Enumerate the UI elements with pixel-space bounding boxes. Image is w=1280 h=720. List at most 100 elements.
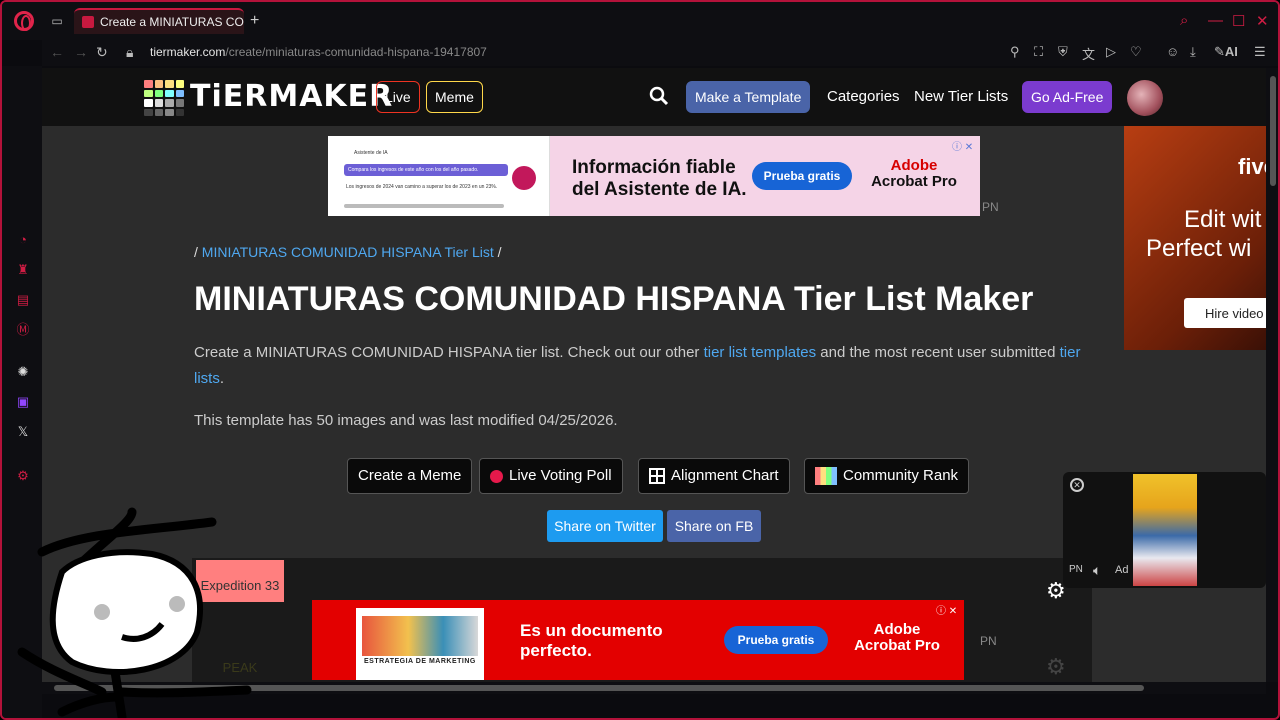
address-bar: ← → ↻ 🔒︎ tiermaker.com/create/miniaturas…: [42, 40, 1278, 66]
ai-icon[interactable]: ✎AI: [1214, 44, 1238, 60]
speed-dial-icon[interactable]: ◔: [15, 232, 31, 248]
meme-button[interactable]: Meme: [426, 81, 483, 113]
ad-choices-icon[interactable]: ⓘ ✕: [936, 602, 957, 617]
new-tab-button[interactable]: +: [250, 12, 259, 30]
ad-top-cta-button[interactable]: Prueba gratis: [752, 162, 852, 190]
search-icon[interactable]: [649, 86, 669, 106]
ad-top-badge: PN: [982, 200, 999, 214]
tab-workspaces-icon[interactable]: ▭: [50, 14, 64, 28]
create-meme-button[interactable]: Create a Meme: [347, 458, 473, 494]
messenger-icon[interactable]: Ⓜ: [15, 322, 31, 338]
ad-chat-query: Compara los ingresos de este año con los…: [348, 167, 479, 173]
video-ad-pn: PN: [1069, 564, 1083, 575]
account-icon[interactable]: ☺: [1166, 44, 1179, 59]
browser-window: ▭ Create a MINIATURAS COMUNIDAD HISPANA …: [0, 0, 1280, 720]
ad-chat-title: Asistente de IA: [354, 150, 388, 156]
tier-list-templates-link[interactable]: tier list templates: [704, 344, 817, 361]
ad-right-tag-1: Edit wit: [1184, 206, 1262, 233]
ai-label: AI: [1224, 44, 1238, 59]
ad-top-brand-2: Acrobat Pro: [871, 172, 957, 190]
shield-icon[interactable]: ⛨: [1058, 44, 1068, 60]
ad-chat-input: [344, 204, 504, 208]
categories-link[interactable]: Categories: [827, 88, 900, 105]
share-fb-button[interactable]: Share on FB: [667, 510, 761, 542]
reload-icon[interactable]: ↻: [96, 44, 108, 61]
volume-icon[interactable]: 🔈︎: [1093, 562, 1101, 579]
page-title: MINIATURAS COMUNIDAD HISPANA Tier List M…: [194, 280, 1034, 318]
pin-icon[interactable]: ⚲: [1010, 44, 1020, 60]
snapshot-icon[interactable]: ⛶: [1034, 44, 1043, 60]
video-ad-label: Ad: [1115, 564, 1129, 576]
twitch-icon[interactable]: ▣: [15, 394, 31, 410]
ad-top-brand: Adobe Acrobat Pro: [864, 158, 964, 190]
site-logo[interactable]: TiERMAKER: [190, 79, 393, 114]
tiermaker-logo-grid-icon[interactable]: [144, 80, 184, 116]
user-avatar[interactable]: [1127, 80, 1163, 116]
ad-bottom-cta-button[interactable]: Prueba gratis: [724, 626, 828, 654]
settings-icon[interactable]: ⚙: [15, 468, 31, 484]
gear-icon[interactable]: ⚙: [1046, 578, 1066, 604]
doodle-overlay: [17, 507, 252, 718]
ad-bottom-brand-1: Adobe: [873, 621, 921, 638]
live-voting-poll-button[interactable]: Live Voting Poll: [479, 458, 623, 494]
community-rank-button[interactable]: Community Rank: [804, 458, 970, 494]
url-host: tiermaker.com: [150, 45, 226, 59]
menu-icon[interactable]: ☰: [1254, 44, 1266, 60]
download-icon[interactable]: ⤓: [1190, 44, 1196, 60]
vertical-scroll-thumb[interactable]: [1270, 76, 1276, 186]
tiermaker-favicon-icon: [82, 16, 94, 28]
gear-icon-faded[interactable]: ⚙: [1046, 654, 1066, 680]
maximize-icon[interactable]: ☐: [1232, 12, 1245, 30]
desc-part-1: Create a MINIATURAS COMUNIDAD HISPANA ti…: [194, 344, 704, 361]
community-rank-label: Community Rank: [843, 467, 959, 484]
close-icon[interactable]: ✕: [1070, 478, 1084, 492]
ad-chat-query-bubble: Compara los ingresos de este año con los…: [344, 164, 508, 176]
search-tabs-icon[interactable]: ⌕: [1180, 12, 1188, 29]
ad-right-brand: five: [1238, 154, 1266, 179]
news-icon[interactable]: ▤: [15, 292, 31, 308]
ad-bottom-brand: Adobe Acrobat Pro: [842, 622, 952, 654]
chatgpt-icon[interactable]: ✺: [15, 364, 31, 380]
breadcrumb-suffix: /: [493, 244, 502, 260]
ad-bottom-art: [362, 616, 478, 656]
forward-icon[interactable]: →: [74, 44, 88, 60]
live-button[interactable]: Live: [376, 81, 420, 113]
breadcrumb-link[interactable]: MINIATURAS COMUNIDAD HISPANA Tier List: [202, 244, 494, 260]
ad-banner-bottom[interactable]: ESTRATEGIA DE MARKETING Es un documento …: [312, 600, 964, 680]
ad-banner-top[interactable]: Asistente de IA Compara los ingresos de …: [328, 136, 980, 216]
x-icon[interactable]: 𝕏: [15, 424, 31, 440]
ad-top-brand-1: Adobe: [890, 157, 938, 174]
ad-right-tag-2: Perfect wi: [1146, 234, 1252, 262]
ad-bottom-brand-2: Acrobat Pro: [854, 636, 940, 654]
make-template-button[interactable]: Make a Template: [686, 81, 811, 113]
minimize-icon[interactable]: —: [1208, 12, 1223, 29]
url-field[interactable]: tiermaker.com/create/miniaturas-comunida…: [150, 45, 487, 59]
alignment-chart-button[interactable]: Alignment Chart: [638, 458, 790, 494]
ad-banner-right[interactable]: five Edit wit Perfect wi Hire video: [1124, 126, 1266, 350]
ad-bottom-thumbnail: ESTRATEGIA DE MARKETING: [356, 608, 484, 680]
active-tab[interactable]: Create a MINIATURAS COMUNIDAD HISPANA Ti…: [74, 8, 244, 34]
vertical-scrollbar[interactable]: [1266, 68, 1278, 682]
gx-control-icon[interactable]: ♜: [15, 262, 31, 278]
ad-right-tagline: Edit wit Perfect wi: [1146, 206, 1261, 264]
ad-bottom-headline-2: perfecto.: [520, 641, 592, 660]
ad-right-button[interactable]: Hire video: [1184, 298, 1266, 328]
ad-top-headline-2: del Asistente de IA.: [572, 179, 747, 200]
breadcrumb: / MINIATURAS COMUNIDAD HISPANA Tier List…: [194, 244, 502, 260]
play-icon[interactable]: ▷: [1106, 44, 1116, 60]
create-meme-label: Create a Meme: [358, 467, 462, 484]
ad-bottom-badge: PN: [980, 634, 997, 648]
back-icon[interactable]: ←: [50, 44, 64, 60]
video-ad-popup[interactable]: ✕ PN 🔈︎ Ad: [1063, 472, 1266, 588]
video-ad-thumbnail: [1133, 474, 1197, 586]
go-ad-free-button[interactable]: Go Ad-Free: [1022, 81, 1113, 113]
tab-strip: ▭ Create a MINIATURAS COMUNIDAD HISPANA …: [2, 2, 1278, 40]
heart-icon[interactable]: ♡: [1130, 44, 1142, 60]
close-window-icon[interactable]: ✕: [1256, 12, 1269, 30]
share-twitter-button[interactable]: Share on Twitter: [547, 510, 663, 542]
ad-top-headline-1: Información fiable: [572, 157, 736, 178]
ad-choices-icon[interactable]: ⓘ ✕: [952, 138, 973, 153]
translate-icon[interactable]: 文: [1082, 44, 1095, 63]
opera-logo-icon[interactable]: [14, 11, 34, 31]
new-tier-lists-link[interactable]: New Tier Lists: [914, 88, 1008, 105]
